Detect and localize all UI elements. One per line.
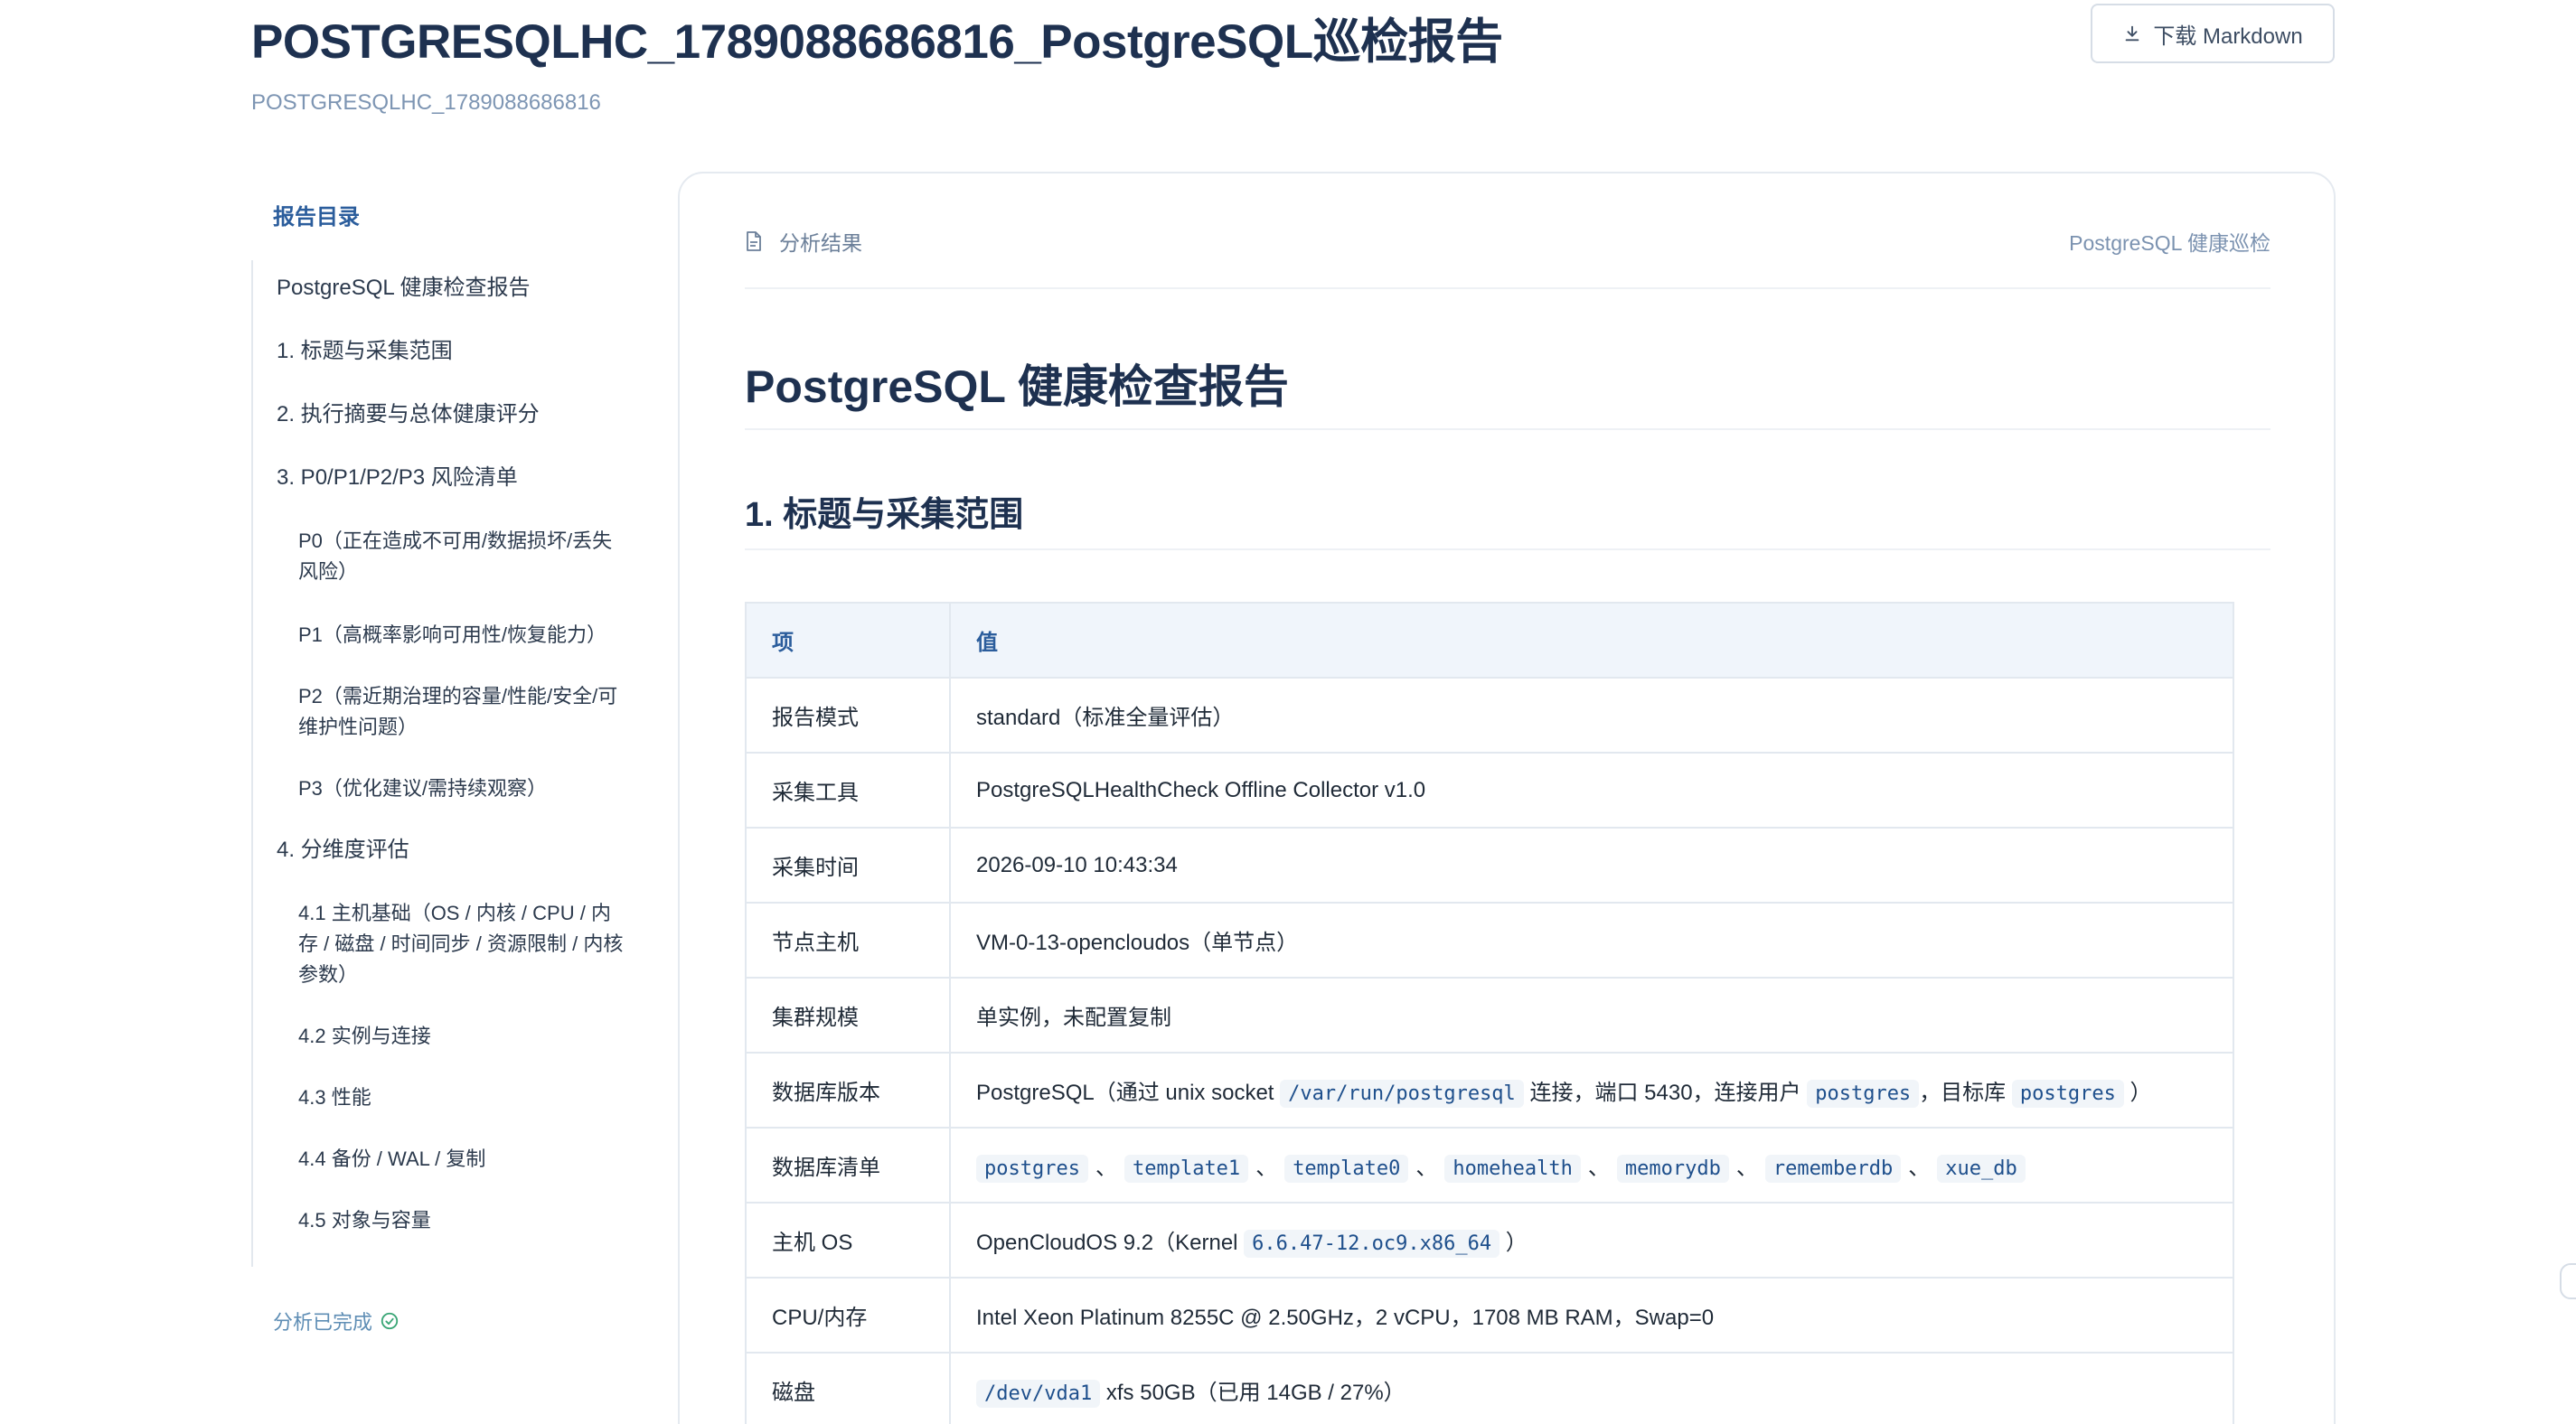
tab-analysis-result[interactable]: 分析结果 [745,226,862,257]
value-text: ） [2129,1081,2152,1105]
table-header-row: 项 值 [745,602,2234,679]
toc-item-p3[interactable]: P3（优化建议/需持续观察） [298,773,624,804]
disk-device-code: /dev/vda1 [976,1380,1101,1408]
report-heading: PostgreSQL 健康检查报告 [745,351,2270,430]
side-panel-toggle-icon[interactable] [2560,1263,2576,1299]
value-text: ） [1505,1231,1528,1255]
value-text: 连接，端口 5430，连接用户 [1529,1081,1801,1105]
toc-item-section-4-4[interactable]: 4.4 备份 / WAL / 复制 [298,1144,624,1175]
table-header-key: 项 [745,602,951,679]
table-cell-key: 节点主机 [745,902,951,979]
toc-item-section-4[interactable]: 4. 分维度评估 [277,835,629,866]
table-row: 节点主机 VM-0-13-opencloudos（单节点） [745,902,2234,979]
toc-title: 报告目录 [273,205,360,230]
toc-item-p0[interactable]: P0（正在造成不可用/数据损坏/丢失风险） [298,526,624,587]
table-cell-key: CPU/内存 [745,1277,951,1354]
table-cell-key: 采集工具 [745,752,951,829]
toc-item-section-1[interactable]: 1. 标题与采集范围 [277,336,629,367]
analysis-status: 分析已完成 [273,1307,400,1335]
toc-item-report-title[interactable]: PostgreSQL 健康检查报告 [277,273,629,304]
table-cell-key: 数据库清单 [745,1127,951,1204]
table-row: 采集时间 2026-09-10 10:43:34 [745,827,2234,904]
table-row: 数据库清单 postgres、 template1、 template0、 homeh… [745,1127,2234,1204]
table-row: 报告模式 standard（标准全量评估） [745,677,2234,754]
table-cell-key: 报告模式 [745,677,951,754]
value-text: ，目标库 [1919,1081,2007,1105]
report-card: 分析结果 PostgreSQL 健康巡检 PostgreSQL 健康检查报告 1… [678,172,2336,1424]
table-cell-value: postgres、 template1、 template0、 homehealth、… [949,1127,2234,1204]
table-row: 磁盘 /dev/vda1 xfs 50GB（已用 14GB / 27%） [745,1352,2234,1424]
download-icon [2125,25,2139,42]
card-header: 分析结果 PostgreSQL 健康巡检 [745,226,2270,289]
document-icon [747,231,761,251]
analysis-status-label: 分析已完成 [273,1311,373,1334]
db-name-code: memorydb [1616,1155,1729,1183]
table-row: 集群规模 单实例，未配置复制 [745,977,2234,1054]
table-cell-value: OpenCloudOS 9.2（Kernel 6.6.47-12.oc9.x86… [949,1202,2234,1279]
list-separator: 、 [1255,1156,1278,1180]
page-title: POSTGRESQLHC_1789088686816_PostgreSQL巡检报… [251,15,1503,69]
list-separator: 、 [1908,1156,1931,1180]
value-text: xfs 50GB（已用 14GB / 27%） [1105,1381,1406,1405]
user-code: postgres [1807,1080,1920,1108]
value-text: OpenCloudOS 9.2（Kernel [976,1231,1238,1255]
download-markdown-label: 下载 Markdown [2153,23,2303,49]
table-cell-value: 单实例，未配置复制 [949,977,2234,1054]
table-cell-value: PostgreSQLHealthCheck Offline Collector … [949,752,2234,829]
section-heading-1: 1. 标题与采集范围 [745,486,2270,550]
toc-list: PostgreSQL 健康检查报告 1. 标题与采集范围 2. 执行摘要与总体健… [251,260,631,1267]
card-header-caption: PostgreSQL 健康巡检 [2069,231,2270,255]
db-name-code: postgres [976,1155,1088,1183]
db-name-code: homehealth [1444,1155,1581,1183]
list-separator: 、 [1735,1156,1758,1180]
list-separator: 、 [1095,1156,1117,1180]
table-cell-value: VM-0-13-opencloudos（单节点） [949,902,2234,979]
scope-table: 项 值 报告模式 standard（标准全量评估） 采集工具 PostgreSQ… [745,602,2234,1424]
toc-item-section-4-1[interactable]: 4.1 主机基础（OS / 内核 / CPU / 内存 / 磁盘 / 时间同步 … [298,898,624,990]
table-row: 数据库版本 PostgreSQL（通过 unix socket /var/run… [745,1052,2234,1129]
table-cell-value: PostgreSQL（通过 unix socket /var/run/postg… [949,1052,2234,1129]
table-cell-key: 集群规模 [745,977,951,1054]
table-cell-key: 数据库版本 [745,1052,951,1129]
db-name-code: xue_db [1937,1155,2026,1183]
toc-item-section-2[interactable]: 2. 执行摘要与总体健康评分 [277,399,629,430]
table-cell-value: standard（标准全量评估） [949,677,2234,754]
value-text: PostgreSQL（通过 unix socket [976,1081,1274,1105]
db-name-code: template0 [1284,1155,1409,1183]
socket-path-code: /var/run/postgresql [1280,1080,1524,1108]
check-circle-icon [381,1312,399,1330]
table-row: 主机 OS OpenCloudOS 9.2（Kernel 6.6.47-12.o… [745,1202,2234,1279]
toc-item-p1[interactable]: P1（高概率影响可用性/恢复能力） [298,620,624,651]
table-header-value: 值 [949,602,2234,679]
toc-item-section-4-5[interactable]: 4.5 对象与容量 [298,1205,624,1236]
target-db-code: postgres [2011,1080,2124,1108]
download-markdown-button[interactable]: 下载 Markdown [2091,4,2335,63]
list-separator: 、 [1587,1156,1610,1180]
table-cell-key: 磁盘 [745,1352,951,1424]
tab-analysis-result-label: 分析结果 [779,231,862,255]
list-separator: 、 [1415,1156,1438,1180]
page-subtitle: POSTGRESQLHC_1789088686816 [251,90,601,115]
db-name-code: rememberdb [1764,1155,1902,1183]
toc-item-section-4-3[interactable]: 4.3 性能 [298,1082,624,1113]
table-cell-key: 主机 OS [745,1202,951,1279]
kernel-version-code: 6.6.47-12.oc9.x86_64 [1244,1230,1500,1258]
table-row: 采集工具 PostgreSQLHealthCheck Offline Colle… [745,752,2234,829]
db-name-code: template1 [1123,1155,1249,1183]
table-cell-value: /dev/vda1 xfs 50GB（已用 14GB / 27%） [949,1352,2234,1424]
table-cell-value: 2026-09-10 10:43:34 [949,827,2234,904]
toc-item-p2[interactable]: P2（需近期治理的容量/性能/安全/可维护性问题） [298,681,624,743]
table-row: CPU/内存 Intel Xeon Platinum 8255C @ 2.50G… [745,1277,2234,1354]
table-cell-key: 采集时间 [745,827,951,904]
table-cell-value: Intel Xeon Platinum 8255C @ 2.50GHz，2 vC… [949,1277,2234,1354]
toc-item-section-4-2[interactable]: 4.2 实例与连接 [298,1021,624,1052]
toc-item-section-3[interactable]: 3. P0/P1/P2/P3 风险清单 [277,463,629,493]
